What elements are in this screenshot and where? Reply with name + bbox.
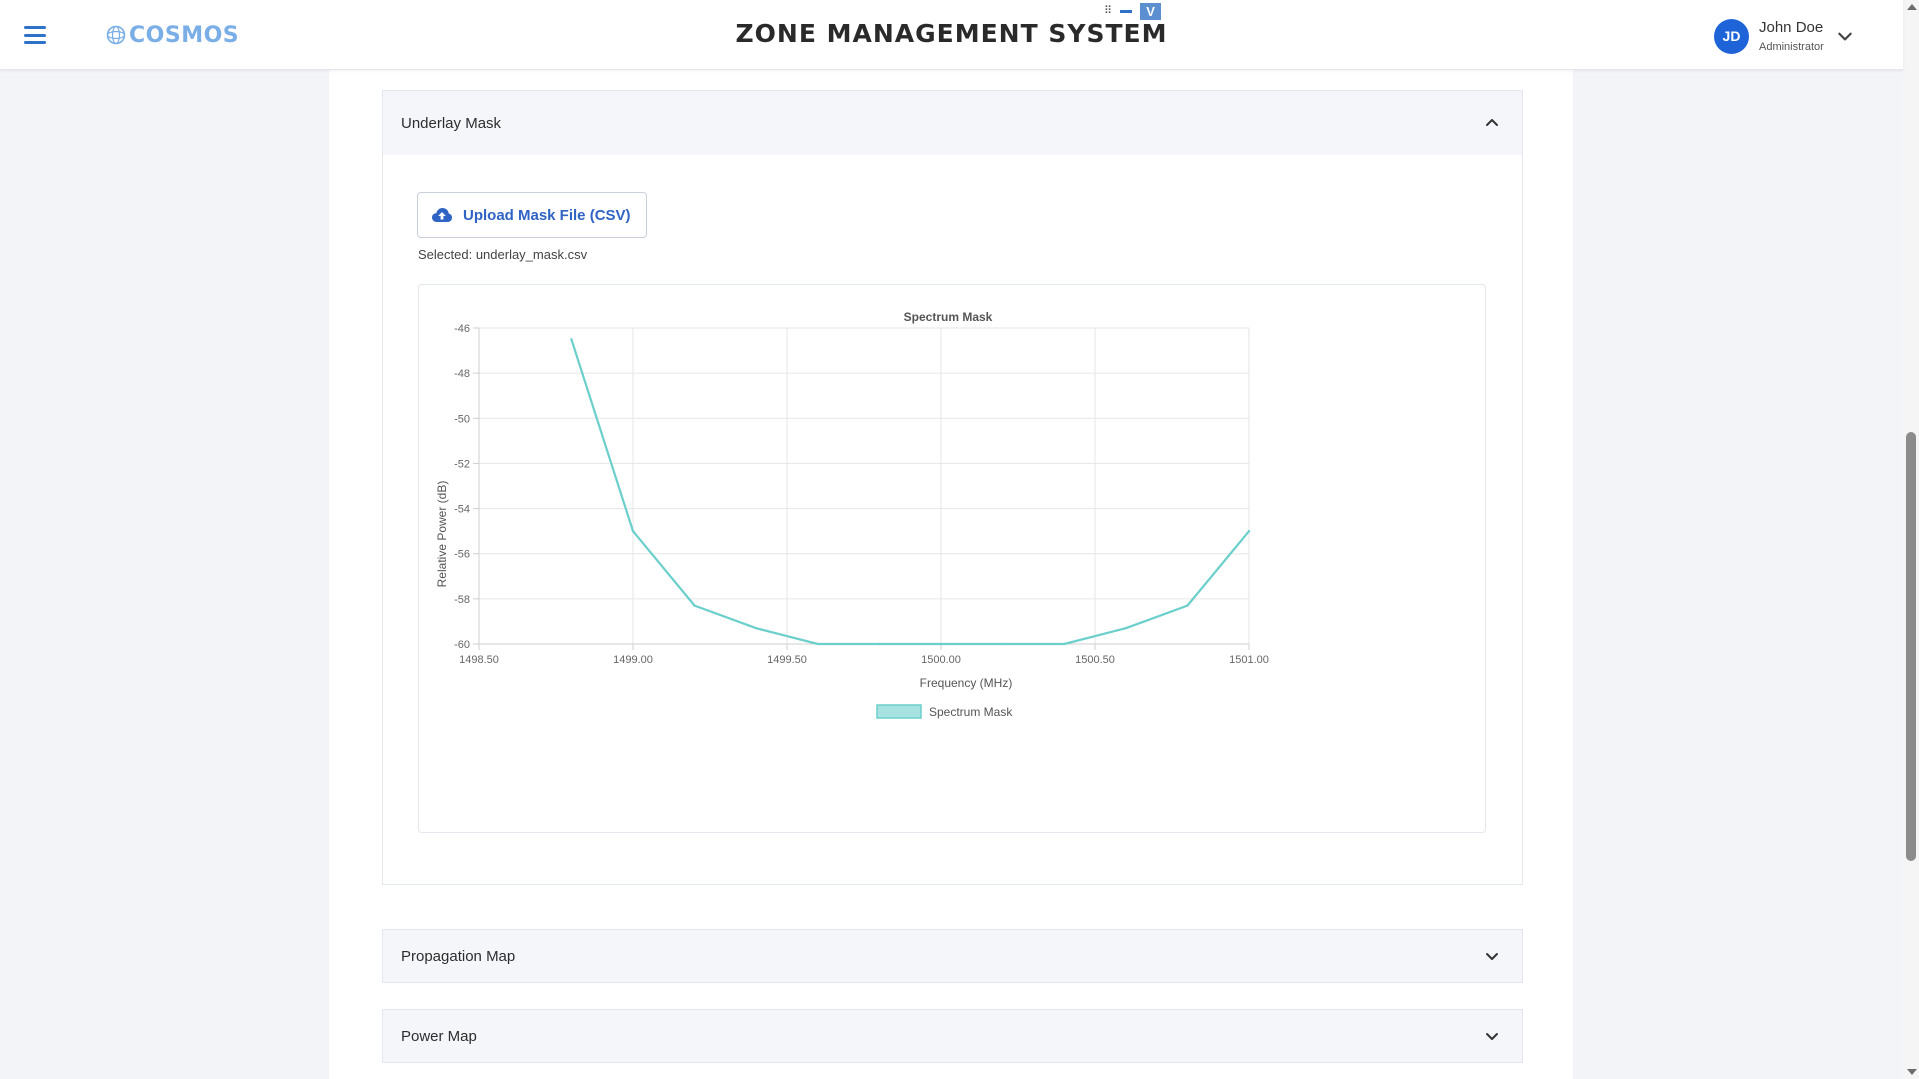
- data-point: [570, 338, 573, 341]
- data-point: [1063, 642, 1066, 646]
- underlay-mask-panel: Underlay Mask Upload Mask File (CSV) Sel…: [382, 90, 1523, 885]
- propagation-map-panel: Propagation Map: [382, 929, 1523, 983]
- x-tick-label: 1500.50: [1075, 654, 1115, 666]
- grid-icon[interactable]: ⠿: [1104, 4, 1112, 18]
- y-tick-label: -48: [454, 368, 470, 380]
- scroll-up-arrow-icon[interactable]: [1907, 4, 1917, 10]
- y-tick-label: -52: [454, 458, 470, 470]
- x-tick-label: 1501.00: [1229, 654, 1269, 666]
- avatar: JD: [1714, 18, 1749, 54]
- series-line: [570, 338, 1250, 646]
- underlay-mask-header[interactable]: Underlay Mask: [383, 91, 1522, 155]
- legend-label: Spectrum Mask: [929, 705, 1013, 719]
- power-map-header[interactable]: Power Map: [383, 1010, 1522, 1062]
- chevron-up-icon[interactable]: [1484, 115, 1500, 131]
- y-tick-label: -50: [454, 413, 470, 425]
- x-axis-ticks: 1498.50 1499.00 1499.50 1500.00 1500.50 1501.…: [459, 654, 1269, 666]
- chart-title: Spectrum Mask: [904, 310, 993, 324]
- user-menu[interactable]: JD John Doe Administrator: [1714, 16, 1854, 56]
- x-tick-label: 1499.50: [767, 654, 807, 666]
- y-tick-label: -46: [454, 323, 470, 335]
- y-axis-ticks: -46 -48 -50 -52 -54 -56 -58 -60: [454, 323, 470, 651]
- x-axis-label: Frequency (MHz): [920, 676, 1013, 690]
- window-v-button[interactable]: V: [1140, 2, 1162, 20]
- window-controls: ⠿ V: [1104, 2, 1162, 20]
- data-point: [755, 627, 758, 630]
- x-tick-label: 1500.00: [921, 654, 961, 666]
- app-header: COSMOS ZONE MANAGEMENT SYSTEM ⠿ V JD Joh…: [0, 0, 1903, 70]
- x-tick-label: 1499.00: [613, 654, 653, 666]
- chevron-down-icon[interactable]: [1484, 1028, 1500, 1044]
- chevron-down-icon[interactable]: [1484, 948, 1500, 964]
- data-point: [1186, 604, 1189, 607]
- page-scrollbar[interactable]: [1903, 0, 1919, 1079]
- data-point: [693, 604, 696, 607]
- y-axis-label: Relative Power (dB): [435, 481, 449, 588]
- x-tick-label: 1498.50: [459, 654, 499, 666]
- data-point: [939, 642, 943, 646]
- y-tick-label: -56: [454, 549, 470, 561]
- data-point: [1001, 642, 1004, 646]
- y-tick-label: -54: [454, 504, 470, 516]
- page-title: ZONE MANAGEMENT SYSTEM: [735, 19, 1168, 48]
- user-role: Administrator: [1759, 40, 1824, 53]
- chart-grid: [473, 327, 1250, 650]
- y-tick-label: -60: [454, 639, 470, 651]
- user-info: John Doe Administrator: [1759, 18, 1824, 55]
- chart-canvas: -46-48-50-52-54-56-58-60 1498.50 1499.00 1…: [435, 310, 1269, 719]
- chevron-down-icon[interactable]: [1836, 27, 1854, 45]
- data-point: [631, 529, 635, 533]
- panel-title: Power Map: [401, 1027, 477, 1045]
- cloud-upload-icon: [432, 208, 452, 222]
- data-point: [816, 642, 819, 646]
- upload-mask-button[interactable]: Upload Mask File (CSV): [417, 192, 647, 238]
- panel-title: Underlay Mask: [401, 114, 502, 132]
- power-map-panel: Power Map: [382, 1009, 1523, 1063]
- user-name: John Doe: [1759, 18, 1824, 36]
- data-point: [1124, 627, 1127, 630]
- scroll-down-arrow-icon[interactable]: [1907, 1069, 1917, 1075]
- legend-swatch: [876, 704, 922, 719]
- propagation-map-header[interactable]: Propagation Map: [383, 930, 1522, 982]
- scrollbar-thumb[interactable]: [1906, 432, 1916, 861]
- panel-title: Propagation Map: [401, 947, 516, 965]
- data-point: [878, 642, 881, 646]
- minimize-icon[interactable]: [1120, 9, 1133, 13]
- selected-file-text: Selected: underlay_mask.csv: [418, 247, 588, 262]
- data-point: [1247, 529, 1251, 533]
- upload-button-label: Upload Mask File (CSV): [463, 206, 631, 224]
- chart-legend[interactable]: Spectrum Mask: [876, 704, 1013, 719]
- y-tick-label: -58: [454, 594, 470, 606]
- spectrum-mask-chart: -46 -48 -50 -52 -54 -56 -58 -60 1498.50 1499.00 1…: [418, 284, 1486, 833]
